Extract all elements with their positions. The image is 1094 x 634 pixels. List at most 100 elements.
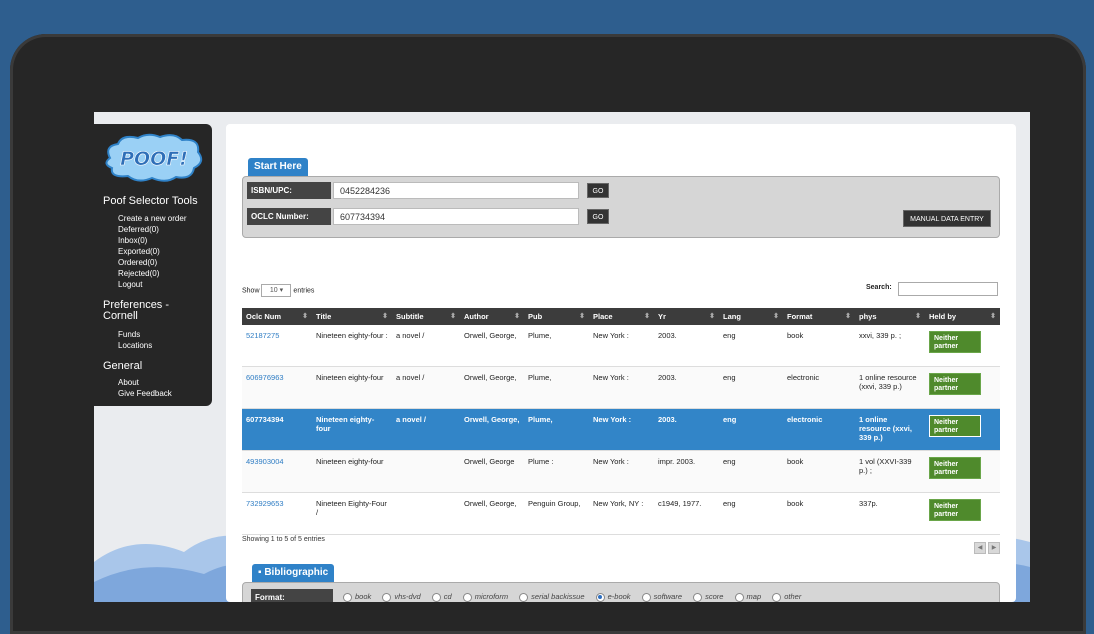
tab-bibliographic[interactable]: ▪ Bibliographic <box>252 564 335 582</box>
format-option-microform[interactable]: microform <box>462 592 508 602</box>
isbn-input[interactable]: 0452284236 <box>333 182 579 199</box>
show-label: Show <box>242 287 260 295</box>
cell-title: Nineteen eighty-four <box>312 408 392 451</box>
sidebar: POOF! Poof Selector Tools Create a new o… <box>94 124 212 406</box>
table-row[interactable]: 52187275 Nineteen eighty-four : a novel … <box>242 325 1000 367</box>
isbn-go-button[interactable]: GO <box>587 183 609 198</box>
col-pub[interactable]: Pub ⬍ <box>524 308 589 325</box>
sidebar-item-logout[interactable]: Logout <box>118 279 186 290</box>
sort-icon: ⬍ <box>579 313 585 320</box>
col-title[interactable]: Title ⬍ <box>312 308 392 325</box>
cell-pub: Plume : <box>524 450 589 493</box>
held-by-badge[interactable]: Neither partner <box>929 457 981 479</box>
cell-lang: eng <box>719 450 783 493</box>
cell-held-by: Neither partner <box>925 450 1000 493</box>
sidebar-item-ordered[interactable]: Ordered(0) <box>118 257 186 268</box>
sort-icon: ⬍ <box>845 313 851 320</box>
cell-place: New York : <box>589 408 654 451</box>
format-option-book[interactable]: book <box>343 592 371 602</box>
poof-logo-icon[interactable]: POOF! <box>102 132 206 184</box>
cell-format: electronic <box>783 408 855 451</box>
entries-select-value: 10 <box>269 287 278 294</box>
held-by-badge[interactable]: Neither partner <box>929 415 981 437</box>
sidebar-item-rejected[interactable]: Rejected(0) <box>118 268 186 279</box>
table-row[interactable]: 493903004 Nineteen eighty-four Orwell, G… <box>242 450 1000 493</box>
format-label: Format: <box>251 589 333 602</box>
format-option-cd[interactable]: cd <box>431 592 452 602</box>
cell-place: New York : <box>589 450 654 493</box>
tab-bibliographic-label: Bibliographic <box>264 567 329 578</box>
col-oclc-num[interactable]: Oclc Num ⬍ <box>242 308 312 325</box>
col-subtitle[interactable]: Subtitle ⬍ <box>392 308 460 325</box>
format-options: book vhs-dvd cd microform serial backiss… <box>343 592 810 602</box>
cell-author: Orwell, George <box>460 450 524 493</box>
col-phys[interactable]: phys ⬍ <box>855 308 925 325</box>
oclc-input[interactable]: 607734394 <box>333 208 579 225</box>
cell-oclc[interactable]: 606976963 <box>242 366 312 409</box>
cell-yr: 2003. <box>654 325 719 367</box>
isbn-label: ISBN/UPC: <box>247 182 331 199</box>
oclc-go-button[interactable]: GO <box>587 209 609 224</box>
sort-icon: ⬍ <box>915 313 921 320</box>
sidebar-item-deferred[interactable]: Deferred(0) <box>118 224 186 235</box>
cell-lang: eng <box>719 492 783 535</box>
sort-icon: ⬍ <box>302 313 308 320</box>
col-lang[interactable]: Lang ⬍ <box>719 308 783 325</box>
table-search-input[interactable] <box>898 282 998 296</box>
cell-subtitle: a novel / <box>392 366 460 409</box>
col-held-by[interactable]: Held by ⬍ <box>925 308 1000 325</box>
manual-data-entry-button[interactable]: MANUAL DATA ENTRY <box>903 210 991 227</box>
format-option-score[interactable]: score <box>693 592 723 602</box>
cell-oclc[interactable]: 493903004 <box>242 450 312 493</box>
format-option-serial-backissue[interactable]: serial backissue <box>519 592 585 602</box>
sort-icon: ⬍ <box>450 313 456 320</box>
collapse-icon: ▪ <box>258 567 262 578</box>
sidebar-item-create-order[interactable]: Create a new order <box>118 213 186 224</box>
held-by-badge[interactable]: Neither partner <box>929 499 981 521</box>
cell-format: book <box>783 325 855 367</box>
sidebar-item-about[interactable]: About <box>118 377 172 388</box>
format-option-other[interactable]: other <box>772 592 801 602</box>
cell-phys: 1 online resource (xxvi, 339 p.) <box>855 366 925 409</box>
cell-oclc[interactable]: 607734394 <box>242 408 312 451</box>
cell-yr: c1949, 1977. <box>654 492 719 535</box>
cell-pub: Plume, <box>524 325 589 367</box>
held-by-badge[interactable]: Neither partner <box>929 331 981 353</box>
table-row[interactable]: 732929653 Nineteen Eighty-Four / Orwell,… <box>242 492 1000 535</box>
cell-format: electronic <box>783 366 855 409</box>
cell-place: New York, NY : <box>589 492 654 535</box>
cell-format: book <box>783 492 855 535</box>
format-option-vhs-dvd[interactable]: vhs-dvd <box>382 592 421 602</box>
col-place[interactable]: Place ⬍ <box>589 308 654 325</box>
table-row-selected[interactable]: 607734394 Nineteen eighty-four a novel /… <box>242 408 1000 451</box>
format-option-software[interactable]: software <box>641 592 682 602</box>
sort-icon: ⬍ <box>514 313 520 320</box>
cell-oclc[interactable]: 732929653 <box>242 492 312 535</box>
cell-held-by: Neither partner <box>925 325 1000 367</box>
sidebar-heading-tools: Poof Selector Tools <box>103 195 198 207</box>
cell-lang: eng <box>719 408 783 451</box>
cell-author: Orwell, George, <box>460 366 524 409</box>
col-author[interactable]: Author ⬍ <box>460 308 524 325</box>
sidebar-item-give-feedback[interactable]: Give Feedback <box>118 388 172 399</box>
entries-select[interactable]: 10 ▾ <box>261 284 292 297</box>
tab-start-here[interactable]: Start Here <box>248 158 308 176</box>
table-row[interactable]: 606976963 Nineteen eighty-four a novel /… <box>242 366 1000 409</box>
logo-text: POOF! <box>120 148 188 170</box>
cell-oclc[interactable]: 52187275 <box>242 325 312 367</box>
sidebar-item-inbox[interactable]: Inbox(0) <box>118 235 186 246</box>
cell-title: Nineteen Eighty-Four / <box>312 492 392 535</box>
held-by-badge[interactable]: Neither partner <box>929 373 981 395</box>
cell-format: book <box>783 450 855 493</box>
col-format[interactable]: Format ⬍ <box>783 308 855 325</box>
sidebar-item-exported[interactable]: Exported(0) <box>118 246 186 257</box>
cell-pub: Plume, <box>524 366 589 409</box>
table-search-label: Search: <box>866 284 892 291</box>
sidebar-item-funds[interactable]: Funds <box>118 329 152 340</box>
sidebar-item-locations[interactable]: Locations <box>118 340 152 351</box>
prev-page-icon[interactable]: ◀ <box>974 542 986 554</box>
col-yr[interactable]: Yr ⬍ <box>654 308 719 325</box>
next-page-icon[interactable]: ▶ <box>988 542 1000 554</box>
format-option-map[interactable]: map <box>734 592 761 602</box>
format-option-e-book[interactable]: e-book <box>595 592 631 602</box>
